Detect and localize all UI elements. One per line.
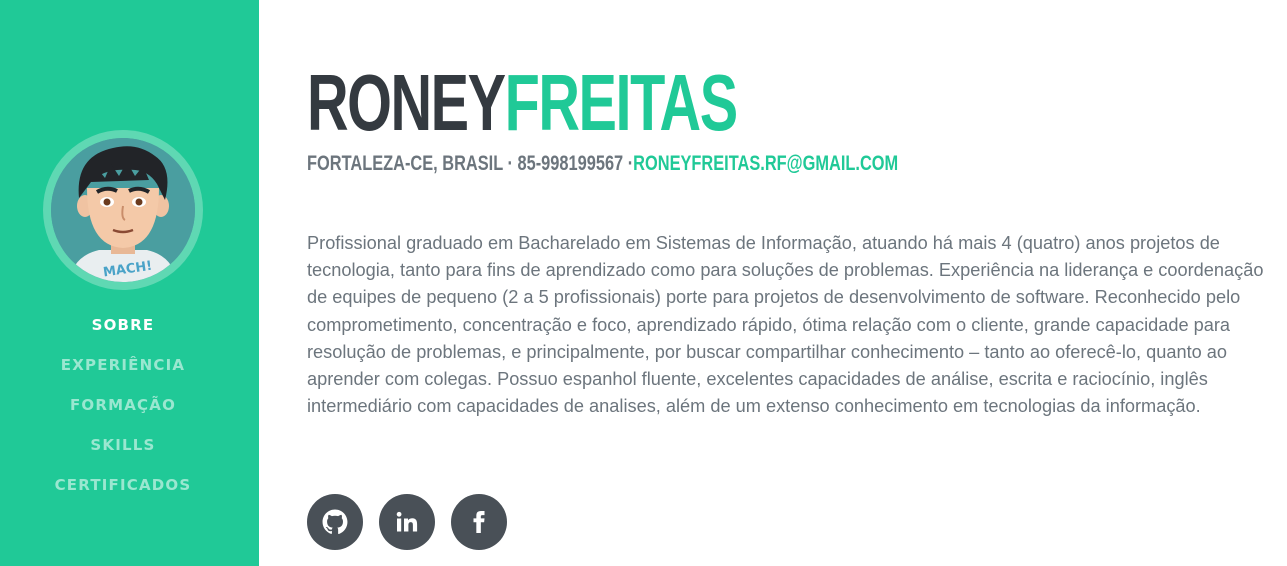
location-phone: FORTALEZA-CE, BRASIL · 85-998199567 · [307, 152, 634, 175]
nav-item-skills[interactable]: SKILLS [0, 434, 246, 474]
avatar-ring: MACH! [43, 130, 203, 290]
email-link[interactable]: RONEYFREITAS.RF@GMAIL.COM [633, 152, 898, 175]
first-name: RONEY [307, 58, 506, 147]
page-title: RONEYFREITAS [307, 58, 738, 148]
avatar: MACH! [51, 138, 195, 282]
facebook-icon [473, 511, 485, 533]
social-icons [307, 494, 507, 550]
contact-subheading: FORTALEZA-CE, BRASIL · 85-998199567 ·RON… [307, 151, 898, 177]
nav-item-sobre[interactable]: SOBRE [0, 314, 246, 354]
github-button[interactable] [307, 494, 363, 550]
sidebar-nav: SOBRE EXPERIÊNCIA FORMAÇÃO SKILLS CERTIF… [0, 314, 246, 514]
nav-item-experiencia[interactable]: EXPERIÊNCIA [0, 354, 246, 394]
about-text: Profissional graduado em Bacharelado em … [307, 233, 1264, 417]
nav-item-certificados[interactable]: CERTIFICADOS [0, 474, 246, 514]
sidebar: MACH! SOBRE EXPERIÊNCIA FORMAÇÃO SKILLS … [0, 0, 259, 566]
last-name: FREITAS [504, 58, 738, 147]
github-icon [322, 509, 348, 535]
avatar-cartoon-image: MACH! [51, 138, 195, 282]
linkedin-icon [396, 511, 418, 532]
linkedin-button[interactable] [379, 494, 435, 550]
facebook-button[interactable] [451, 494, 507, 550]
nav-item-formacao[interactable]: FORMAÇÃO [0, 394, 246, 434]
